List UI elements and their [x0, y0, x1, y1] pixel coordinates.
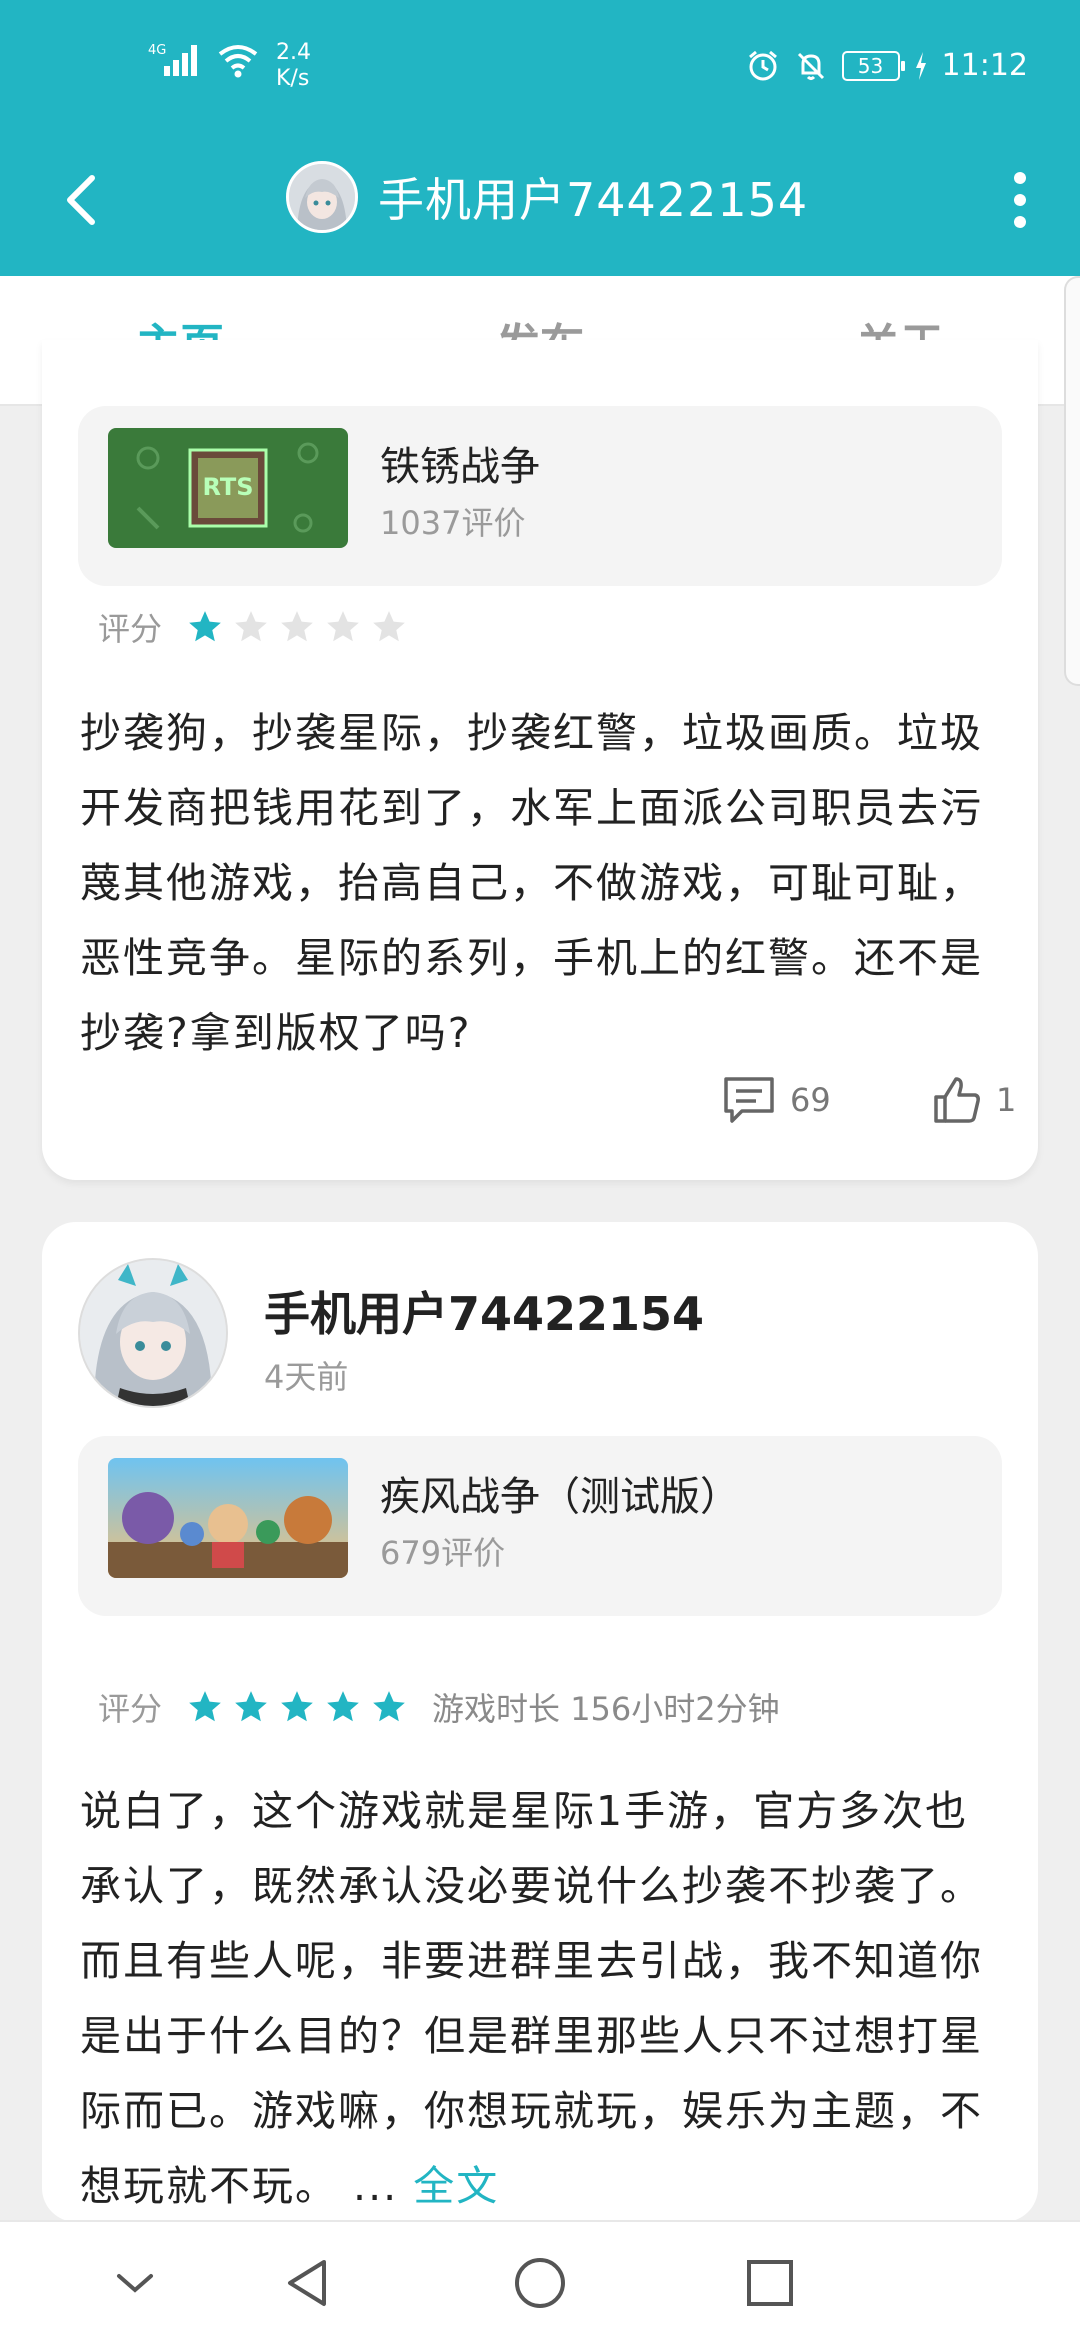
star-filled-icon [281, 1691, 313, 1722]
status-bar: 4G 2.4 K/s 53 11:12 [0, 0, 1080, 130]
star-empty-icon [373, 611, 405, 642]
play-time: 游戏时长 156小时2分钟 [432, 1690, 780, 1728]
comment-button[interactable]: 69 [722, 1075, 831, 1125]
ellipsis: ... [353, 2162, 399, 2210]
triangle-back-icon [288, 2260, 326, 2306]
game-name: 铁锈战争 [380, 444, 540, 490]
avatar-image [289, 164, 355, 230]
star-filled-icon [235, 1691, 267, 1722]
review-author: 手机用户74422154 4天前 [78, 1258, 978, 1408]
net-speed: 2.4 K/s [276, 40, 311, 92]
game-thumb-image [108, 1458, 348, 1578]
back-arrow-icon [67, 175, 95, 225]
more-dot-icon [1014, 194, 1026, 206]
battery-level: 53 [857, 53, 884, 78]
star-filled-icon [373, 1691, 405, 1722]
status-left: 4G 2.4 K/s [148, 40, 311, 92]
nav-recents-button[interactable] [735, 2248, 805, 2318]
nav-back-button[interactable] [272, 2248, 342, 2318]
rating-label: 评分 [98, 610, 163, 648]
game-review-count: 679评价 [380, 1534, 506, 1572]
game-thumb-text: RTS [202, 473, 253, 501]
battery-icon: 53 [841, 50, 905, 81]
star-filled-icon [189, 1691, 221, 1722]
circle-home-icon [515, 2258, 565, 2308]
comment-icon [724, 1077, 774, 1123]
clock: 11:12 [941, 48, 1028, 83]
back-button[interactable] [40, 160, 120, 240]
rating-row: 评分 [98, 604, 408, 650]
author-name[interactable]: 手机用户74422154 [264, 1278, 704, 1344]
signal-icon: 4G [148, 43, 197, 76]
status-right: 53 11:12 [746, 48, 1028, 83]
nav-bar: 手机用户74422154 [0, 130, 1080, 276]
game-name: 疾风战争（测试版） [380, 1474, 740, 1520]
read-full-link[interactable]: 全文 [413, 2162, 499, 2210]
star-rating [186, 608, 408, 646]
alarm-icon [748, 50, 777, 80]
avatar-image [80, 1260, 226, 1406]
square-recents-icon [747, 2260, 793, 2306]
charging-icon [915, 51, 926, 80]
game-thumb-image: RTS [108, 428, 348, 548]
page-title: 手机用户74422154 [378, 173, 809, 227]
review-body: 说白了，这个游戏就是星际1手游，官方多次也承认了，既然承认没必要说什么抄袭不抄袭… [80, 1787, 983, 2210]
chevron-down-icon [117, 2274, 153, 2293]
comment-count: 69 [790, 1081, 831, 1119]
rating-label: 评分 [98, 1690, 163, 1728]
wifi-icon [218, 45, 258, 78]
avatar[interactable] [286, 161, 358, 233]
profile-title[interactable]: 手机用户74422154 [286, 152, 808, 242]
star-empty-icon [281, 611, 313, 642]
thumbs-up-icon [934, 1077, 980, 1123]
game-review-count: 1037评价 [380, 504, 526, 542]
nav-home-button[interactable] [505, 2248, 575, 2318]
like-count: 1 [996, 1081, 1017, 1119]
rating-row: 评分 游戏时长 156小时2分钟 [98, 1684, 780, 1730]
star-rating [186, 1688, 408, 1726]
game-box[interactable]: 疾风战争（测试版） 679评价 [78, 1436, 1002, 1616]
review-card: RTS 铁锈战争 1037评价 评分 抄袭狗，抄袭星际，抄袭红警，垃圾画质。垃圾… [42, 340, 1038, 1180]
more-dot-icon [1014, 216, 1026, 228]
star-empty-icon [327, 611, 359, 642]
star-empty-icon [235, 611, 267, 642]
scroll-edge [1064, 276, 1080, 686]
net-speed-value: 2.4 [276, 40, 311, 65]
svg-text:4G: 4G [148, 43, 166, 58]
collapse-button[interactable] [100, 2248, 170, 2318]
review-text: 说白了，这个游戏就是星际1手游，官方多次也承认了，既然承认没必要说什么抄袭不抄袭… [80, 1774, 1010, 2224]
net-speed-unit: K/s [276, 66, 310, 91]
review-text: 抄袭狗，抄袭星际，抄袭红警，垃圾画质。垃圾开发商把钱用花到了，水军上面派公司职员… [80, 709, 983, 1057]
author-avatar[interactable] [78, 1258, 228, 1408]
system-nav-bar [0, 2220, 1080, 2340]
mute-bell-icon [797, 52, 824, 80]
game-thumbnail [108, 1458, 348, 1578]
star-filled-icon [327, 1691, 359, 1722]
star-filled-icon [189, 611, 221, 642]
game-box[interactable]: RTS 铁锈战争 1037评价 [78, 406, 1002, 586]
more-menu-button[interactable] [990, 160, 1050, 240]
more-dot-icon [1014, 172, 1026, 184]
top-bar: 4G 2.4 K/s 53 11:12 手机用户74422154 [0, 0, 1080, 276]
post-time: 4天前 [264, 1358, 349, 1396]
review-actions: 69 1 [42, 1075, 1038, 1135]
game-thumbnail: RTS [108, 428, 348, 548]
like-button[interactable]: 1 [932, 1075, 1016, 1125]
review-card: 手机用户74422154 4天前 疾风战争（测试版） 679评价 评分 游戏时长… [42, 1222, 1038, 2222]
